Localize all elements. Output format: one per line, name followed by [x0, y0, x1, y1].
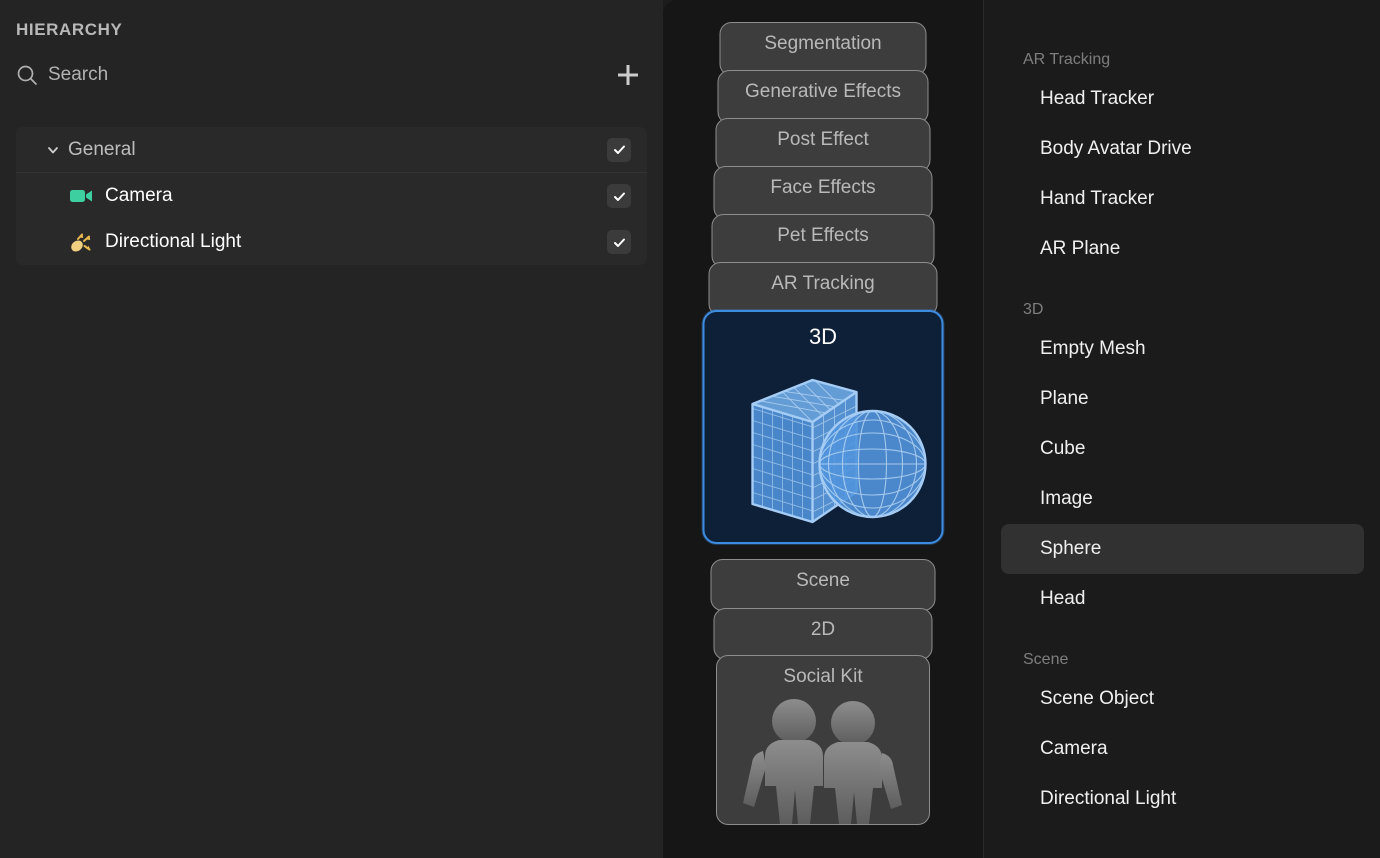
visibility-checkbox[interactable] [607, 230, 631, 254]
stack-card-label: AR Tracking [771, 273, 875, 294]
search-input[interactable] [48, 64, 448, 86]
stack-card-label: Segmentation [764, 33, 882, 54]
stack-card-post-effect[interactable]: Post Effect [715, 118, 931, 172]
two-people-silhouette-icon [717, 694, 929, 824]
tree-row-directional-light[interactable]: Directional Light [16, 219, 647, 265]
list-item-head-tracker[interactable]: Head Tracker [1001, 74, 1364, 124]
stack-card-face-effects[interactable]: Face Effects [713, 166, 933, 220]
page-title: HIERARCHY [16, 20, 123, 39]
search-icon [16, 64, 38, 86]
stack-card-pet-effects[interactable]: Pet Effects [711, 214, 935, 268]
stack-card-label: 2D [810, 619, 836, 640]
stack-card-label: Generative Effects [745, 81, 901, 102]
cube-and-sphere-wireframe-icon [705, 344, 942, 524]
stack-card-label: Pet Effects [777, 225, 869, 246]
list-section-header-scene: Scene [1023, 651, 1069, 668]
camera-icon [68, 183, 94, 209]
object-list-panel: AR Tracking Head Tracker Body Avatar Dri… [983, 0, 1380, 858]
stack-card-social-kit[interactable]: Social Kit [716, 655, 930, 825]
stack-card-ar-tracking[interactable]: AR Tracking [708, 262, 938, 316]
list-item-ar-plane[interactable]: AR Plane [1001, 224, 1364, 274]
tree-row-label: General [68, 138, 136, 160]
visibility-checkbox[interactable] [607, 137, 631, 162]
stack-card-label: Post Effect [777, 129, 869, 150]
stack-card-2d[interactable]: 2D [713, 608, 933, 660]
object-list: AR Tracking Head Tracker Body Avatar Dri… [984, 0, 1380, 824]
list-item-empty-mesh[interactable]: Empty Mesh [1001, 324, 1364, 374]
add-object-button[interactable] [611, 58, 645, 92]
stack-card-3d[interactable]: 3D [702, 310, 944, 544]
list-item-scene-object[interactable]: Scene Object [1001, 674, 1364, 724]
list-item-head[interactable]: Head [1001, 574, 1364, 624]
visibility-checkbox[interactable] [607, 184, 631, 208]
list-item-sphere[interactable]: Sphere [1001, 524, 1364, 574]
hierarchy-panel: HIERARCHY Search General Camera Directio… [0, 0, 663, 858]
list-item-image[interactable]: Image [1001, 474, 1364, 524]
stack-card-segmentation[interactable]: Segmentation [719, 22, 927, 76]
stack-card-generative-effects[interactable]: Generative Effects [717, 70, 929, 124]
list-item-plane[interactable]: Plane [1001, 374, 1364, 424]
list-item-directional-light[interactable]: Directional Light [1001, 774, 1364, 824]
list-section-header-3d: 3D [1023, 301, 1044, 318]
stack-card-scene[interactable]: Scene [710, 559, 936, 611]
list-item-body-avatar-drive[interactable]: Body Avatar Drive [1001, 124, 1364, 174]
tree-row-label: Camera [105, 185, 173, 206]
stack-card-label: Face Effects [770, 177, 876, 198]
directional-light-icon [68, 229, 94, 255]
list-item-cube[interactable]: Cube [1001, 424, 1364, 474]
stack-card-label: Scene [796, 570, 850, 591]
tree-row-general[interactable]: General [16, 127, 647, 173]
app-root: HIERARCHY Search General Camera Directio… [0, 0, 1380, 858]
list-item-camera[interactable]: Camera [1001, 724, 1364, 774]
list-item-hand-tracker[interactable]: Hand Tracker [1001, 174, 1364, 224]
tree-row-label: Directional Light [105, 231, 242, 252]
category-stack-panel: Segmentation Generative Effects Post Eff… [663, 0, 983, 858]
search-row [16, 60, 647, 90]
hierarchy-tree: General Camera Directional Light [16, 127, 647, 265]
list-section-header-ar-tracking: AR Tracking [1023, 51, 1111, 68]
tree-row-camera[interactable]: Camera [16, 173, 647, 219]
chevron-down-icon[interactable] [46, 143, 60, 157]
